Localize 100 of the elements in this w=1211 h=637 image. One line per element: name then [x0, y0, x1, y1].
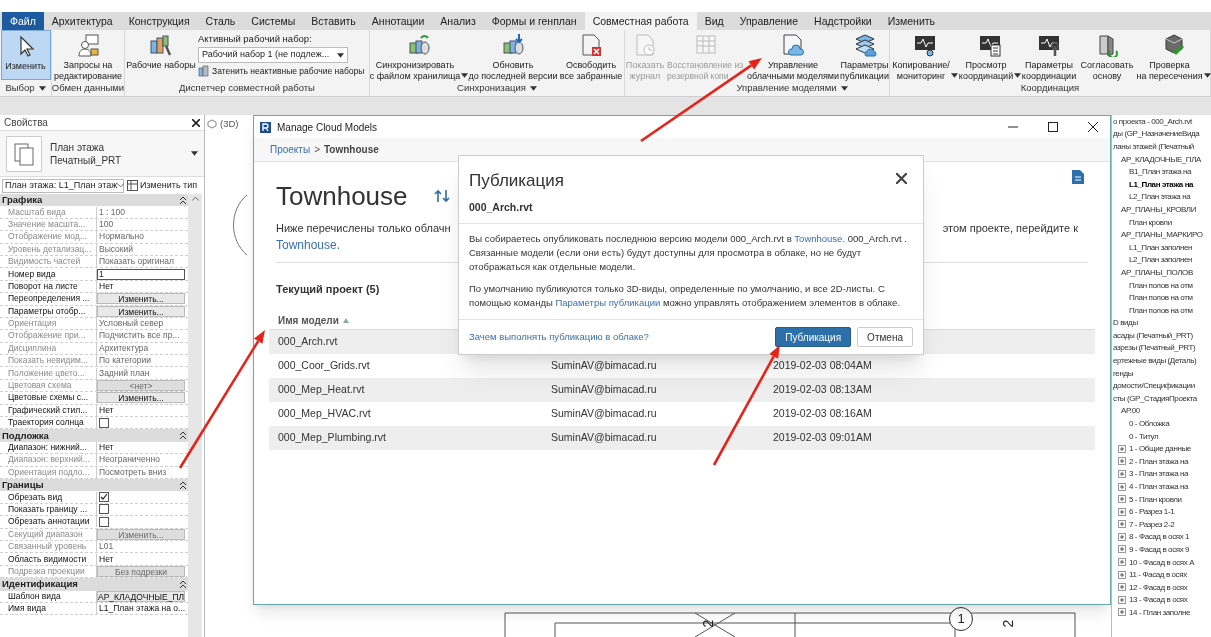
expand-icon[interactable]	[1118, 507, 1126, 516]
ribbon-button[interactable]: Проверка на пересечения	[1136, 30, 1211, 80]
tree-item[interactable]: 10 - Фасад в осях А	[1129, 556, 1195, 568]
workset-dropdown[interactable]: Рабочий набор 1 (не подлеж...	[198, 47, 348, 63]
tree-item[interactable]: 12 - Фасад в осях	[1129, 581, 1188, 593]
ribbon-tab[interactable]: Архитектура	[43, 12, 121, 30]
property-button[interactable]: Изменить...	[97, 305, 185, 317]
tree-item[interactable]: 14 - План заполне	[1129, 606, 1190, 618]
tree-item[interactable]: L1_План этажа на	[1129, 178, 1194, 190]
ribbon-tab[interactable]: Сталь	[197, 12, 244, 30]
ribbon-tab[interactable]: Анализ	[432, 12, 484, 30]
property-button[interactable]: Изменить...	[97, 293, 185, 305]
cancel-button[interactable]: Отмена	[857, 327, 913, 348]
column-header[interactable]: Имя модели	[278, 312, 339, 328]
inline-link[interactable]: Параметры публикации	[555, 297, 661, 309]
breadcrumb-link[interactable]: Проекты	[270, 142, 311, 157]
checkbox[interactable]	[99, 492, 109, 503]
ribbon-button[interactable]: Запросы на редактирование	[52, 30, 124, 80]
tree-item[interactable]: План кровли	[1129, 216, 1172, 228]
type-selector[interactable]: План этажа Печатный_PRT	[0, 131, 204, 177]
tree-item[interactable]: ды (GP_НазначениеВида	[1113, 128, 1200, 140]
expand-icon[interactable]	[1118, 595, 1126, 604]
ribbon-button[interactable]: Согласовать основу	[1078, 30, 1136, 80]
expand-icon[interactable]	[1118, 570, 1126, 579]
ribbon-tab[interactable]: Файл	[2, 12, 44, 30]
tree-item[interactable]: 3 - План этажа на	[1129, 468, 1189, 480]
property-field[interactable]: 1	[97, 268, 185, 280]
ribbon-tab[interactable]: Конструкция	[120, 12, 198, 30]
tree-item[interactable]: L2_План заполнен	[1129, 254, 1193, 266]
ribbon-button[interactable]: Копирование/ мониторинг	[890, 30, 960, 80]
expand-icon[interactable]	[1118, 520, 1126, 529]
tree-item[interactable]: B1_План этажа на	[1129, 166, 1192, 178]
tree-item[interactable]: АР_ПЛАНЫ_ПОЛОВ	[1121, 266, 1193, 278]
tree-item[interactable]: АР_ПЛАНЫ_МАРКИРО	[1121, 229, 1203, 241]
project-link[interactable]: Townhouse.	[276, 237, 341, 254]
table-row[interactable]: 000_Mep_Plumbing.rvt SuminAV@bimacad.ru 2019-02-03 09:01AM	[269, 425, 1095, 450]
ribbon-tab[interactable]: Вставить	[303, 12, 364, 30]
ribbon-tab[interactable]: Управление	[731, 12, 807, 30]
instance-dropdown[interactable]: План этажа: L1_План этаж	[2, 178, 124, 193]
expand-icon[interactable]	[1118, 583, 1126, 592]
tree-item[interactable]: генды	[1113, 367, 1134, 379]
tree-item[interactable]: D виды	[1113, 317, 1138, 329]
ribbon-button[interactable]: Изменить	[0, 30, 51, 80]
expand-icon[interactable]	[1118, 558, 1126, 567]
ribbon-tab[interactable]: Надстройки	[806, 12, 880, 30]
ribbon-button[interactable]: Рабочие наборы	[126, 30, 196, 80]
expand-icon[interactable]	[1118, 457, 1126, 466]
tree-item[interactable]: 11 - Фасад в осях	[1129, 569, 1187, 581]
expand-icon[interactable]	[1118, 495, 1126, 504]
tree-item[interactable]: ертежные виды (Деталь)	[1113, 355, 1197, 367]
help-link[interactable]: Зачем выполнять публикацию в облаке?	[469, 330, 649, 345]
tree-item[interactable]: 8 - Фасад в осях 1	[1129, 531, 1190, 543]
tree-item[interactable]: 1 - Общие данные	[1129, 443, 1191, 455]
edit-type-button[interactable]: Изменить тип	[127, 178, 198, 193]
tree-item[interactable]: 13 - Фасад в осях	[1129, 594, 1188, 606]
ribbon-button[interactable]: Освободить все забранные	[558, 30, 624, 80]
tree-item[interactable]: 0 - Обложка	[1129, 418, 1170, 430]
tree-item[interactable]: 5 - План кровли	[1129, 493, 1182, 505]
expand-icon[interactable]	[1118, 482, 1126, 491]
tree-item[interactable]: AP.00	[1121, 405, 1140, 417]
property-button[interactable]: Изменить...	[97, 392, 185, 404]
scrollbar[interactable]	[188, 194, 202, 637]
shade-worksets-button[interactable]: Затенить неактивные рабочие наборы	[198, 65, 365, 78]
publish-button[interactable]: Публикация	[775, 327, 852, 348]
tree-item[interactable]: АР_ПЛАНЫ_КРОВЛИ	[1121, 203, 1197, 215]
view-tab[interactable]: (3D)	[207, 117, 239, 132]
tree-item[interactable]: 7 - Разрез 2-2	[1129, 518, 1175, 530]
ribbon-tab[interactable]: Системы	[243, 12, 304, 30]
ribbon-button[interactable]: Параметры публикации	[839, 30, 890, 80]
tree-item[interactable]: 9 - Фасад в осях 9	[1129, 544, 1190, 555]
property-button[interactable]: АР_КЛАДОЧНЫЕ_ПЛ	[97, 590, 185, 602]
ribbon-tab[interactable]: Аннотации	[363, 12, 433, 30]
tree-item[interactable]: ланы этажей (Печатный	[1113, 141, 1194, 152]
table-row[interactable]: 000_Mep_Heat.rvt SuminAV@bimacad.ru 2019-02-03 08:13AM	[269, 377, 1095, 402]
tree-item[interactable]: АР_КЛАДОЧНЫЕ_ПЛА	[1121, 153, 1201, 165]
property-button[interactable]: <нет>	[97, 380, 185, 392]
ribbon-button[interactable]: Просмотр координаций	[960, 30, 1020, 80]
tree-item[interactable]: 6 - Разрез 1-1	[1129, 506, 1175, 518]
tree-item[interactable]: 2 - План этажа на	[1129, 455, 1189, 467]
checkbox[interactable]	[99, 516, 109, 527]
property-button[interactable]: Без подрезки	[97, 565, 185, 577]
ribbon-button[interactable]: Параметры координации	[1020, 30, 1078, 80]
ribbon-tab[interactable]: Изменить	[879, 12, 944, 30]
tree-item[interactable]: домости/Спецификации	[1113, 380, 1195, 392]
tree-item[interactable]: План полов на отм	[1129, 279, 1193, 291]
ribbon-tab[interactable]: Формы и генплан	[483, 12, 585, 30]
expand-icon[interactable]	[1118, 608, 1126, 617]
tree-item[interactable]: 0 - Титул	[1129, 430, 1159, 442]
checkbox[interactable]	[99, 504, 109, 515]
tree-item[interactable]: асады (Печатный_PRT)	[1113, 329, 1193, 341]
expand-icon[interactable]	[1118, 469, 1126, 478]
ribbon-tab[interactable]: Вид	[696, 12, 732, 30]
ribbon-button[interactable]: Синхронизировать с файлом хранилища	[370, 30, 468, 80]
tree-item[interactable]: L1_План заполнен	[1129, 241, 1193, 253]
ribbon-tab[interactable]: Совместная работа	[584, 12, 697, 30]
property-button[interactable]: Изменить...	[97, 528, 185, 540]
expand-icon[interactable]	[1118, 532, 1126, 541]
tree-item[interactable]: План полов на отм	[1129, 304, 1193, 316]
tree-item[interactable]: сты (GP_СтадияПроекта	[1113, 392, 1197, 404]
tree-item[interactable]: План полов на отм	[1129, 292, 1193, 304]
